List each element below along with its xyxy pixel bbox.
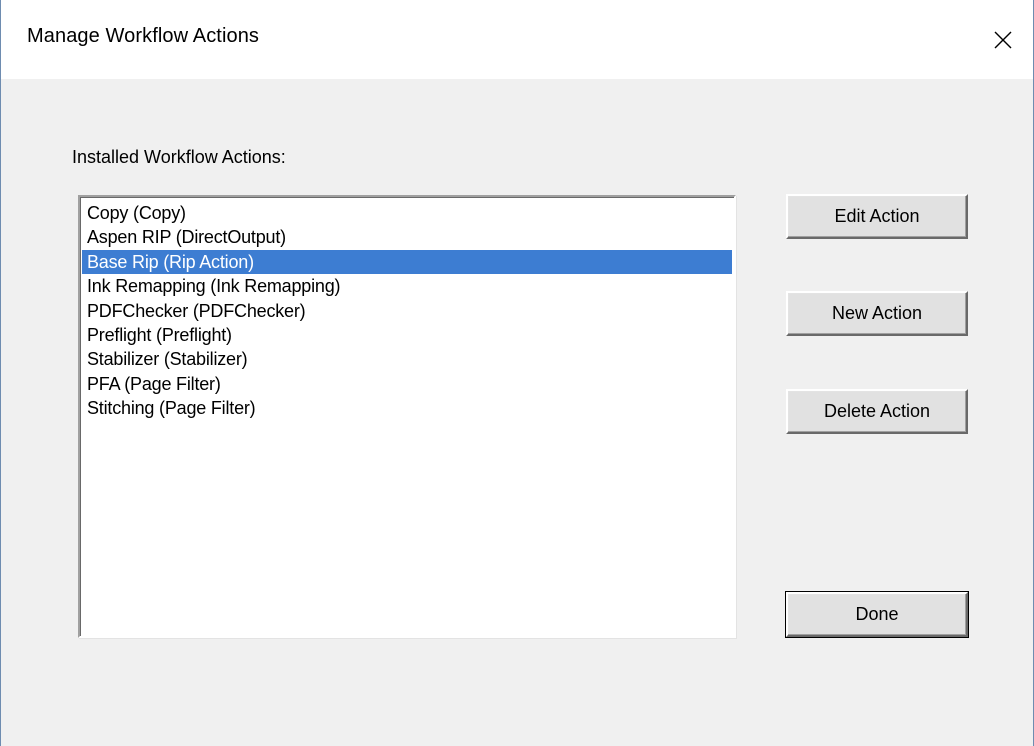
delete-action-button[interactable]: Delete Action: [786, 389, 968, 434]
title-bar[interactable]: Manage Workflow Actions: [1, 0, 1033, 79]
list-item[interactable]: Aspen RIP (DirectOutput): [82, 225, 732, 249]
list-item[interactable]: PFA (Page Filter): [82, 372, 732, 396]
list-item[interactable]: PDFChecker (PDFChecker): [82, 299, 732, 323]
edit-action-button[interactable]: Edit Action: [786, 194, 968, 239]
list-items-container: Copy (Copy) Aspen RIP (DirectOutput) Base …: [82, 201, 732, 421]
close-button[interactable]: [973, 0, 1033, 79]
list-item[interactable]: Base Rip (Rip Action): [82, 249, 732, 275]
installed-actions-label: Installed Workflow Actions:: [72, 147, 286, 167]
close-icon: [994, 31, 1012, 48]
done-button[interactable]: Done: [785, 591, 969, 638]
workflow-actions-listbox[interactable]: Copy (Copy) Aspen RIP (DirectOutput) Base …: [78, 195, 736, 638]
list-item[interactable]: Copy (Copy): [82, 201, 732, 225]
list-item[interactable]: Stabilizer (Stabilizer): [82, 347, 732, 371]
list-item[interactable]: Stitching (Page Filter): [82, 396, 732, 420]
window-title: Manage Workflow Actions: [27, 25, 260, 47]
new-action-button[interactable]: New Action: [786, 291, 968, 336]
list-item[interactable]: Ink Remapping (Ink Remapping): [82, 274, 732, 298]
list-item[interactable]: Preflight (Preflight): [82, 323, 732, 347]
manage-workflow-actions-dialog: Manage Workflow Actions Installed Workfl…: [0, 0, 1034, 746]
